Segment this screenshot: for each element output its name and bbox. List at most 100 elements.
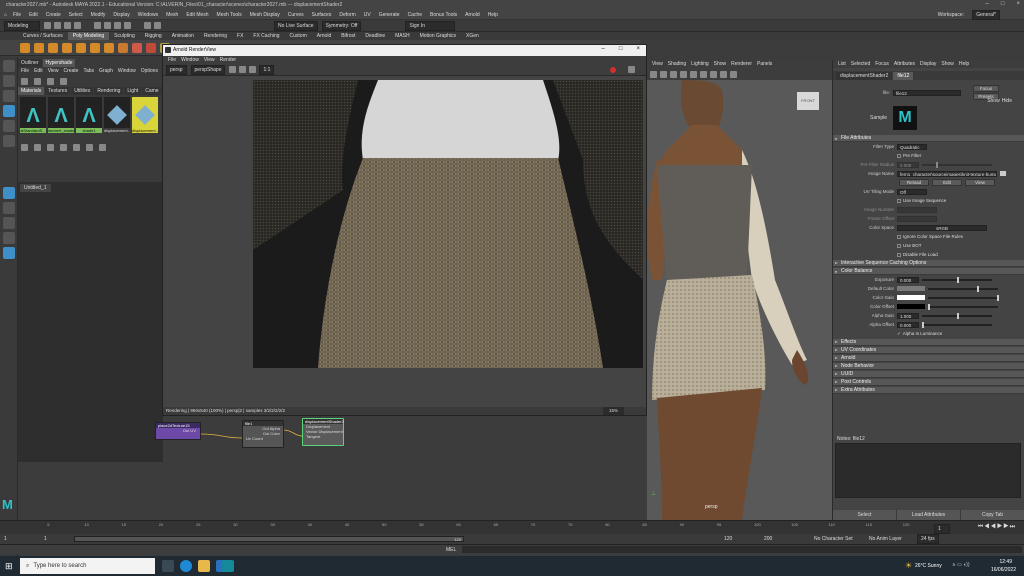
tab-hypershade[interactable]: Hypershade xyxy=(42,59,76,67)
combine-icon[interactable] xyxy=(132,42,142,53)
rv-close-button[interactable]: × xyxy=(636,46,640,52)
select-button[interactable]: Select xyxy=(833,510,896,520)
shadows-icon[interactable] xyxy=(710,70,717,78)
range-end-field[interactable]: 120 xyxy=(724,536,764,542)
shelf-tab-motion-graphics[interactable]: Motion Graphics xyxy=(415,32,461,40)
poly-plane-icon[interactable] xyxy=(90,42,100,53)
range-start-field[interactable]: 1 xyxy=(4,536,44,542)
graph-tool-icon[interactable] xyxy=(60,143,67,151)
graph-tool-icon[interactable] xyxy=(34,143,41,151)
rotate-tool-icon[interactable] xyxy=(3,120,15,132)
clear-graph-icon[interactable] xyxy=(47,77,54,85)
menu-arnold[interactable]: Arnold xyxy=(465,12,479,18)
frame-offset-field[interactable] xyxy=(897,215,937,222)
ignore-cs-checkbox[interactable] xyxy=(897,234,901,239)
alpha-offset-slider[interactable] xyxy=(922,321,992,328)
snap-point-icon[interactable] xyxy=(124,22,131,29)
shelf-tab-bifrost[interactable]: Bifrost xyxy=(336,32,360,40)
rv-menu-window[interactable]: Window xyxy=(181,57,199,63)
maximize-button[interactable]: □ xyxy=(1001,1,1005,7)
rv-menu-view[interactable]: View xyxy=(204,57,215,63)
close-button[interactable]: × xyxy=(1016,1,1020,7)
menu-generate[interactable]: Generate xyxy=(379,12,400,18)
hs-menu-window[interactable]: Window xyxy=(118,68,136,74)
hs-menu-options[interactable]: Options xyxy=(141,68,158,74)
workspace-select[interactable]: General* xyxy=(972,9,1000,20)
character-model[interactable] xyxy=(647,80,832,520)
tab-outliner[interactable]: Outliner xyxy=(18,59,42,67)
ae-menu-selected[interactable]: Selected xyxy=(851,61,870,67)
weather-text[interactable]: 26°C Sunny xyxy=(915,563,942,569)
show-button[interactable]: Show xyxy=(987,98,1000,104)
edge-icon[interactable] xyxy=(180,560,192,572)
menu-surfaces[interactable]: Surfaces xyxy=(312,12,332,18)
menu-curves[interactable]: Curves xyxy=(288,12,304,18)
layout-four-icon[interactable] xyxy=(3,217,15,229)
image-name-field[interactable]: fern1_character\sourceimages\knit-textur… xyxy=(897,170,997,177)
menu-help[interactable]: Help xyxy=(488,12,498,18)
search-icon[interactable] xyxy=(3,247,15,259)
symmetry-select[interactable]: Symmetry: Off xyxy=(321,20,362,31)
undo-icon[interactable] xyxy=(64,22,71,29)
range-end2-field[interactable]: 200 xyxy=(764,536,814,542)
redo-icon[interactable] xyxy=(74,22,81,29)
mode-select[interactable]: Modeling xyxy=(4,20,40,31)
menu-uv[interactable]: UV xyxy=(364,12,371,18)
edit-button[interactable]: Edit xyxy=(932,179,962,186)
alpha-offset-field[interactable]: 0.000 xyxy=(897,321,919,328)
hs-menu-graph[interactable]: Graph xyxy=(99,68,113,74)
default-color-slider[interactable] xyxy=(928,285,998,292)
tab-came[interactable]: Came xyxy=(142,87,162,95)
hs-menu-view[interactable]: View xyxy=(48,68,59,74)
copy-tab-button[interactable]: Copy Tab xyxy=(961,510,1024,520)
vp-menu-shading[interactable]: Shading xyxy=(668,61,686,67)
filter-type-select[interactable]: Quadratic xyxy=(897,143,927,150)
notes-textarea[interactable] xyxy=(835,443,1021,498)
vp-menu-lighting[interactable]: Lighting xyxy=(691,61,709,67)
section-post-controls[interactable]: Post Controls xyxy=(833,379,1024,386)
fps-select[interactable]: 24 fps xyxy=(917,534,939,544)
render-icon[interactable] xyxy=(144,22,151,29)
character-set-select[interactable]: No Character Set xyxy=(814,536,869,542)
poly-cone-icon[interactable] xyxy=(62,42,72,53)
poly-torus-icon[interactable] xyxy=(76,42,86,53)
shaded-icon[interactable] xyxy=(680,70,687,78)
use-bot-checkbox[interactable] xyxy=(897,243,901,248)
graph-tool-icon[interactable] xyxy=(86,143,93,151)
rv-maximize-button[interactable]: □ xyxy=(619,46,623,52)
view-button[interactable]: View xyxy=(965,179,995,186)
hs-menu-edit[interactable]: Edit xyxy=(34,68,43,74)
ae-menu-help[interactable]: Help xyxy=(959,61,969,67)
load-attributes-button[interactable]: Load Attributes xyxy=(897,510,960,520)
select-tool-icon[interactable] xyxy=(3,60,15,72)
shelf-tab-sculpting[interactable]: Sculpting xyxy=(109,32,140,40)
fit-icon[interactable] xyxy=(249,66,257,73)
section-interactive-caching[interactable]: Interactive Sequence Caching Options xyxy=(833,260,1024,267)
material-swatch[interactable]: displacement... xyxy=(132,97,158,133)
shelf-tab-rigging[interactable]: Rigging xyxy=(140,32,167,40)
shelf-tab-curves-surfaces[interactable]: Curves / Surfaces xyxy=(18,32,68,40)
image-number-field[interactable] xyxy=(897,206,937,213)
menu-bonus-tools[interactable]: Bonus Tools xyxy=(430,12,457,18)
shelf-tab-xgen[interactable]: XGen xyxy=(461,32,484,40)
vp-menu-renderer[interactable]: Renderer xyxy=(731,61,752,67)
pre-filter-checkbox[interactable] xyxy=(897,153,901,158)
shelf-tab-fx[interactable]: FX xyxy=(232,32,248,40)
ae-tab-file12[interactable]: file12 xyxy=(893,71,914,80)
color-offset-swatch[interactable] xyxy=(897,304,925,309)
ae-menu-list[interactable]: List xyxy=(838,61,846,67)
clock-date[interactable]: 16/06/2022 xyxy=(991,567,1016,573)
tray-icons[interactable]: ∧ ▭ ◖)) xyxy=(952,562,970,568)
menu-file[interactable]: File xyxy=(13,12,21,18)
node-graph-area[interactable]: Untitled_1 xyxy=(18,182,163,462)
material-swatch[interactable]: Λ lambert_shader xyxy=(48,97,74,133)
layout-two-icon[interactable] xyxy=(3,232,15,244)
snap-curve-icon[interactable] xyxy=(114,22,121,29)
hs-menu-tabs[interactable]: Tabs xyxy=(83,68,94,74)
ae-menu-show[interactable]: Show xyxy=(941,61,954,67)
use-sequence-checkbox[interactable] xyxy=(897,198,901,203)
poly-cube-icon[interactable] xyxy=(34,42,44,53)
alpha-gain-field[interactable]: 1.000 xyxy=(897,312,919,319)
menu-mesh[interactable]: Mesh xyxy=(166,12,178,18)
color-gain-swatch[interactable] xyxy=(897,295,925,300)
